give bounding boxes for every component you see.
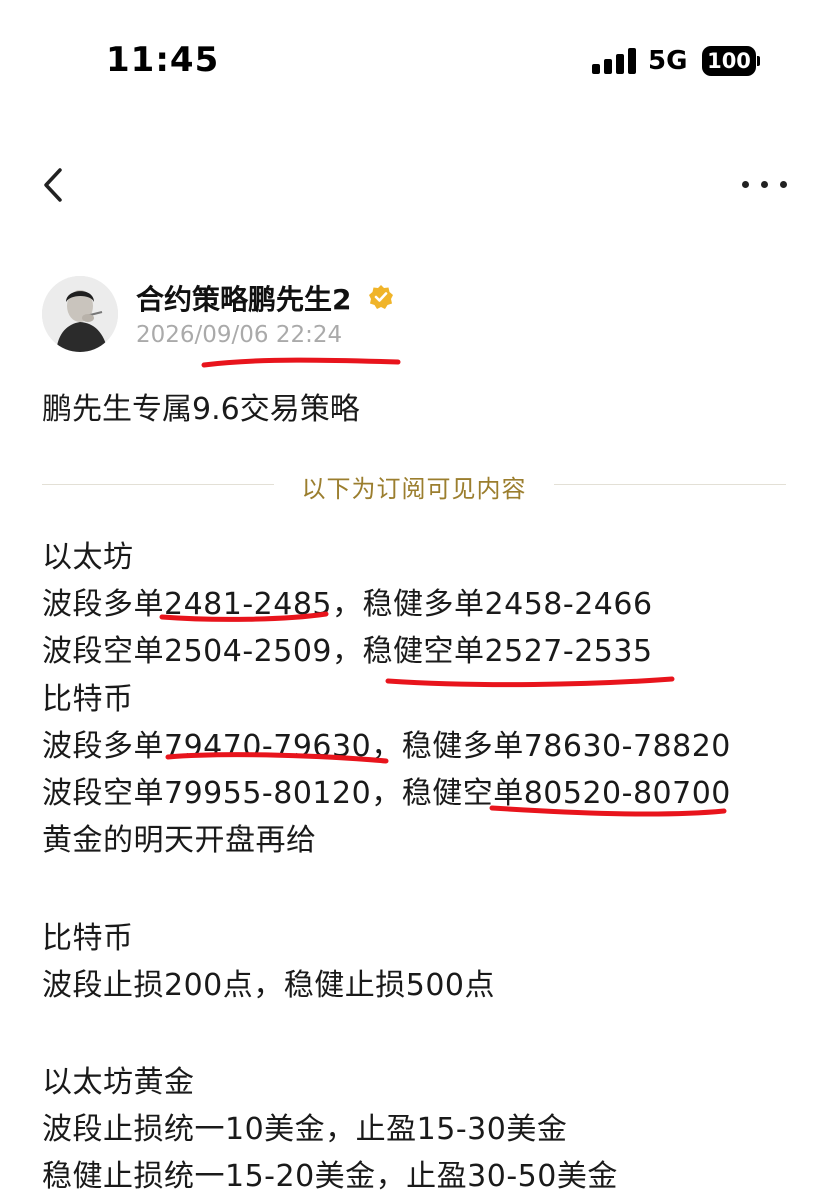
- status-bar: 11:45 5G 100: [0, 0, 828, 120]
- post-timestamp: 2026/09/06 22:24: [136, 322, 343, 348]
- body-line-btc-stop-heading: 比特币: [42, 921, 134, 956]
- subscriber-content-divider-label: 以下为订阅可见内容: [301, 475, 527, 503]
- status-time: 11:45: [106, 40, 220, 80]
- body-line-btc-long: 波段多单79470-79630，稳健多单78630-78820: [42, 729, 731, 764]
- more-horizontal-icon: [742, 181, 749, 188]
- more-horizontal-icon: [780, 181, 787, 188]
- body-line-steady-stop: 稳健止损统一15-20美金，止盈30-50美金: [42, 1159, 618, 1194]
- body-line-gold-note: 黄金的明天开盘再给: [42, 823, 317, 858]
- divider-line-left: [42, 484, 274, 485]
- underline-eth-short: [385, 676, 675, 688]
- divider-line-right: [554, 484, 786, 485]
- author-name[interactable]: 合约策略鹏先生2: [136, 278, 351, 318]
- body-line-eth-short: 波段空单2504-2509，稳健空单2527-2535: [42, 634, 653, 669]
- post-detail-screen: 11:45 5G 100 合约策略鹏先生2 2026/09/06 22:24 鹏…: [0, 0, 828, 1198]
- underline-timestamp: [201, 357, 401, 368]
- body-line-btc-stop: 波段止损200点，稳健止损500点: [42, 968, 496, 1003]
- back-button[interactable]: [30, 160, 80, 210]
- post-title: 鹏先生专属9.6交易策略: [42, 392, 360, 427]
- more-options-button[interactable]: [730, 160, 790, 210]
- body-line-btc-short: 波段空单79955-80120，稳健空单80520-80700: [42, 776, 731, 811]
- signal-bars-icon: [592, 48, 636, 74]
- body-line-eth-heading: 以太坊: [42, 540, 134, 575]
- body-line-eth-gold-heading: 以太坊黄金: [42, 1065, 195, 1100]
- battery-tip: [757, 56, 760, 66]
- author-avatar[interactable]: [42, 276, 118, 352]
- more-horizontal-icon: [761, 181, 768, 188]
- battery-icon: 100: [702, 46, 756, 76]
- body-line-btc-heading: 比特币: [42, 682, 134, 717]
- chevron-left-icon: [44, 168, 62, 202]
- avatar-image: [42, 276, 118, 352]
- body-line-swing-stop: 波段止损统一10美金，止盈15-30美金: [42, 1112, 568, 1147]
- body-line-eth-long: 波段多单2481-2485，稳健多单2458-2466: [42, 587, 653, 622]
- network-type: 5G: [648, 46, 688, 76]
- verified-badge-icon: [369, 285, 393, 309]
